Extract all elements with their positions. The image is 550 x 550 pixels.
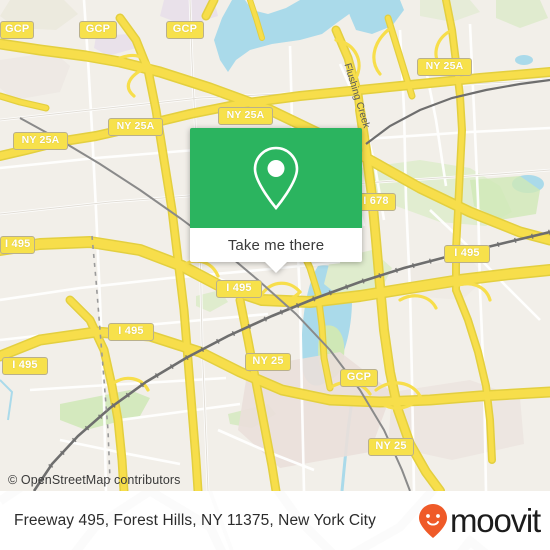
map-screenshot: GCP GCP GCP NY 25A NY 25A NY 25A NY 25A I 678 I …	[0, 0, 550, 550]
footer-bar: Freeway 495, Forest Hills, NY 11375, New…	[0, 491, 550, 550]
road-shield: I 678	[356, 193, 396, 211]
road-shield: I 495	[108, 323, 154, 341]
road-shield: NY 25	[245, 353, 291, 371]
road-shield: GCP	[166, 21, 204, 39]
road-shield: I 495	[2, 357, 48, 375]
road-shield: I 495	[0, 236, 36, 254]
moovit-logo[interactable]: moovit	[418, 502, 541, 539]
osm-attribution: © OpenStreetMap contributors	[8, 473, 181, 487]
road-shield: GCP	[340, 369, 378, 387]
callout-header	[190, 128, 362, 228]
road-shield: GCP	[79, 21, 117, 39]
road-shield: NY 25A	[417, 58, 472, 76]
moovit-wordmark: moovit	[450, 502, 541, 539]
road-shield: I 495	[444, 245, 490, 263]
road-shield: NY 25	[368, 438, 414, 456]
map-canvas[interactable]: GCP GCP GCP NY 25A NY 25A NY 25A NY 25A I 678 I …	[0, 0, 550, 491]
road-shield: NY 25A	[218, 107, 273, 125]
map-pin-icon	[253, 146, 299, 211]
moovit-pin-smile-icon	[419, 503, 447, 538]
callout-pointer	[265, 262, 287, 273]
road-shield: I 495	[216, 280, 262, 298]
location-callout-card[interactable]: Take me there	[190, 128, 362, 273]
road-shield: NY 25A	[108, 118, 163, 136]
road-shield: GCP	[0, 21, 35, 39]
take-me-there-label: Take me there	[227, 236, 325, 254]
road-shield: NY 25A	[13, 132, 68, 150]
callout-action[interactable]: Take me there	[190, 228, 362, 262]
address-text: Freeway 495, Forest Hills, NY 11375, New…	[14, 511, 376, 529]
